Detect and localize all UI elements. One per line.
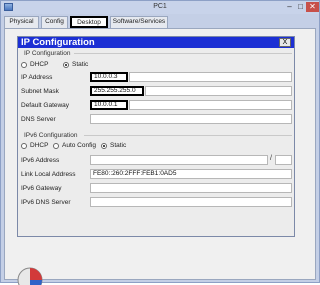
ipv6-gateway-field[interactable]	[90, 183, 292, 193]
ip-address-label: IP Address	[21, 74, 53, 81]
subnet-mask-field-extent[interactable]	[145, 86, 292, 96]
close-window-icon[interactable]: ✕	[306, 2, 319, 12]
default-gateway-field[interactable]: 10.0.0.1	[90, 100, 128, 110]
ipv4-static-radio[interactable]	[63, 62, 69, 68]
ip-address-field[interactable]: 10.0.0.3	[90, 72, 128, 82]
ipv6-address-label: IPv6 Address	[21, 157, 60, 164]
subnet-mask-field[interactable]: 255.255.255.0	[90, 86, 144, 96]
pc1-window: PC1 – □ ✕ Physical Config Desktop Softwa…	[0, 0, 320, 285]
link-local-address-field[interactable]: FE80::260:2FFF:FEB1:0AD5	[90, 169, 292, 179]
dns-server-field[interactable]	[90, 114, 292, 124]
dialog-header: IP Configuration X	[18, 37, 294, 48]
ipv4-static-label: Static	[72, 61, 89, 68]
dialog-close-button[interactable]: X	[279, 38, 291, 47]
maximize-icon[interactable]: □	[295, 2, 306, 12]
ip-configuration-dialog: IP Configuration X IP Configuration DHCP…	[17, 36, 295, 237]
ipv6-auto-config-label: Auto Config	[62, 142, 96, 149]
ipv4-section-label: IP Configuration	[24, 50, 71, 57]
ipv6-static-radio[interactable]	[101, 143, 107, 149]
desktop-app-icon[interactable]	[15, 265, 45, 285]
ipv6-group-divider	[84, 135, 292, 136]
ipv6-dns-server-field[interactable]	[90, 197, 292, 207]
ipv6-prefix-separator: /	[270, 155, 272, 162]
ipv4-dhcp-label: DHCP	[30, 61, 49, 68]
window-titlebar[interactable]: PC1 – □ ✕	[1, 1, 319, 14]
dialog-title: IP Configuration	[21, 37, 95, 48]
ipv6-auto-config-radio[interactable]	[53, 143, 59, 149]
default-gateway-label: Default Gateway	[21, 102, 70, 109]
tab-physical[interactable]: Physical	[4, 16, 39, 28]
subnet-mask-label: Subnet Mask	[21, 88, 59, 95]
tab-config[interactable]: Config	[41, 16, 68, 28]
ipv6-dhcp-radio[interactable]	[21, 143, 27, 149]
ipv6-prefix-field[interactable]	[275, 155, 292, 165]
ipv6-dns-server-label: IPv6 DNS Server	[21, 199, 71, 206]
ipv6-section-label: IPv6 Configuration	[24, 132, 78, 139]
tab-software-services[interactable]: Software/Services	[110, 16, 168, 28]
minimize-icon[interactable]: –	[284, 2, 295, 12]
ip-address-field-extent[interactable]	[129, 72, 292, 82]
window-title: PC1	[153, 3, 167, 10]
ipv6-gateway-label: IPv6 Gateway	[21, 185, 62, 192]
default-gateway-field-extent[interactable]	[129, 100, 292, 110]
ipv6-address-field[interactable]	[90, 155, 268, 165]
tab-desktop[interactable]: Desktop	[70, 16, 108, 28]
ipv6-dhcp-label: DHCP	[30, 142, 49, 149]
ipv4-group-divider	[74, 53, 292, 54]
link-local-address-label: Link Local Address	[21, 171, 76, 178]
ipv4-dhcp-radio[interactable]	[21, 62, 27, 68]
dns-server-label: DNS Server	[21, 116, 56, 123]
ipv6-static-label: Static	[110, 142, 127, 149]
